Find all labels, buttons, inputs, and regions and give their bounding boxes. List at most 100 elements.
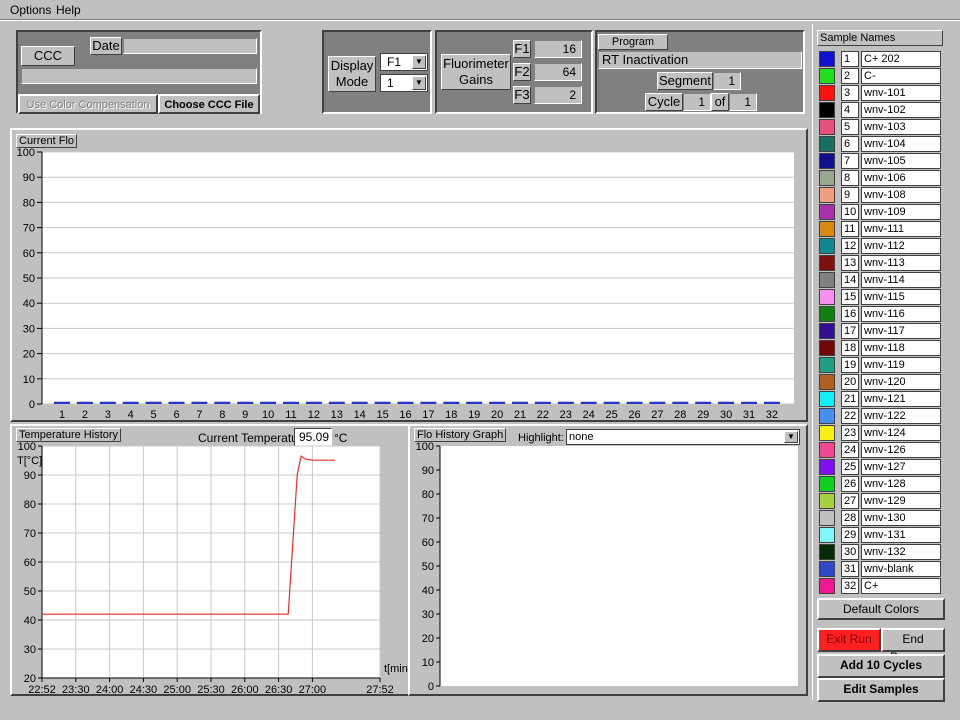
y-tick-label: 30 <box>24 644 36 656</box>
sample-color-swatch[interactable] <box>819 425 835 441</box>
sample-name-field[interactable]: wnv-131 <box>861 527 941 543</box>
chevron-down-icon[interactable]: ▼ <box>412 55 426 69</box>
sample-color-swatch[interactable] <box>819 102 835 118</box>
sample-name-field[interactable]: C+ <box>861 578 941 594</box>
sample-row: 1 C+ 202 <box>819 51 943 67</box>
sample-name-field[interactable]: wnv-121 <box>861 391 941 407</box>
sample-name-field[interactable]: wnv-114 <box>861 272 941 288</box>
sample-name-field[interactable]: wnv-108 <box>861 187 941 203</box>
sample-row: 27 wnv-129 <box>819 493 943 509</box>
sample-color-swatch[interactable] <box>819 510 835 526</box>
sample-name-field[interactable]: wnv-112 <box>861 238 941 254</box>
y-tick-label: 70 <box>23 223 35 235</box>
edit-samples-button[interactable]: Edit Samples <box>817 678 945 702</box>
sample-number: 6 <box>841 136 859 152</box>
sample-name-field[interactable]: wnv-130 <box>861 510 941 526</box>
sample-color-swatch[interactable] <box>819 136 835 152</box>
sample-name-field[interactable]: wnv-132 <box>861 544 941 560</box>
exit-run-button[interactable]: Exit Run <box>817 628 881 652</box>
sample-name-field[interactable]: wnv-106 <box>861 170 941 186</box>
x-tick-label: 1 <box>59 409 65 420</box>
sample-color-swatch[interactable] <box>819 255 835 271</box>
sample-color-swatch[interactable] <box>819 561 835 577</box>
sample-name-field[interactable]: wnv-119 <box>861 357 941 373</box>
sample-name-field[interactable]: wnv-129 <box>861 493 941 509</box>
sample-name-field[interactable]: wnv-101 <box>861 85 941 101</box>
sample-color-swatch[interactable] <box>819 357 835 373</box>
sample-name-field[interactable]: wnv-117 <box>861 323 941 339</box>
sample-name-field[interactable]: wnv-116 <box>861 306 941 322</box>
sample-color-swatch[interactable] <box>819 85 835 101</box>
sample-color-swatch[interactable] <box>819 408 835 424</box>
sample-name-field[interactable]: wnv-blank <box>861 561 941 577</box>
sample-color-swatch[interactable] <box>819 306 835 322</box>
display-mode-label: Display Mode <box>328 56 376 92</box>
sample-number: 29 <box>841 527 859 543</box>
sample-name-field[interactable]: wnv-120 <box>861 374 941 390</box>
x-tick-label: 15 <box>376 409 388 420</box>
sample-name-field[interactable]: wnv-118 <box>861 340 941 356</box>
sample-name-field[interactable]: C- <box>861 68 941 84</box>
sample-name-field[interactable]: wnv-115 <box>861 289 941 305</box>
default-colors-button[interactable]: Default Colors <box>817 598 945 620</box>
y-tick-label: 60 <box>422 537 434 549</box>
flo-bar <box>145 401 162 404</box>
y-tick-label: 40 <box>23 298 35 310</box>
sample-color-swatch[interactable] <box>819 391 835 407</box>
end-program-button[interactable]: End Program <box>881 628 945 664</box>
sample-color-swatch[interactable] <box>819 544 835 560</box>
sample-name-field[interactable]: wnv-127 <box>861 459 941 475</box>
sample-row: 25 wnv-127 <box>819 459 943 475</box>
chevron-down-icon[interactable]: ▼ <box>412 76 426 90</box>
flo-bar <box>672 401 689 404</box>
sample-color-swatch[interactable] <box>819 153 835 169</box>
sample-color-swatch[interactable] <box>819 187 835 203</box>
sample-color-swatch[interactable] <box>819 204 835 220</box>
sample-name-field[interactable]: wnv-109 <box>861 204 941 220</box>
flo-bar <box>237 401 254 404</box>
sample-color-swatch[interactable] <box>819 493 835 509</box>
use-color-compensation-button[interactable]: Use Color Compensation <box>18 94 158 114</box>
sample-color-swatch[interactable] <box>819 340 835 356</box>
sample-color-swatch[interactable] <box>819 289 835 305</box>
sample-color-swatch[interactable] <box>819 272 835 288</box>
sample-name-field[interactable]: wnv-113 <box>861 255 941 271</box>
flo-bar <box>718 401 735 404</box>
sample-name-field[interactable]: wnv-105 <box>861 153 941 169</box>
sample-color-swatch[interactable] <box>819 323 835 339</box>
sample-color-swatch[interactable] <box>819 442 835 458</box>
sample-name-field[interactable]: wnv-126 <box>861 442 941 458</box>
choose-ccc-file-button[interactable]: Choose CCC File <box>158 94 260 114</box>
flo-bar <box>374 401 391 404</box>
flo-history-plot-area <box>440 446 798 686</box>
sample-name-field[interactable]: wnv-103 <box>861 119 941 135</box>
menu-options[interactable]: Options <box>10 3 51 17</box>
sample-color-swatch[interactable] <box>819 119 835 135</box>
sample-name-field[interactable]: wnv-111 <box>861 221 941 237</box>
display-channel-select[interactable]: F1 ▼ <box>380 53 428 71</box>
sample-color-swatch[interactable] <box>819 170 835 186</box>
display-mode-select[interactable]: 1 ▼ <box>380 74 428 92</box>
sample-color-swatch[interactable] <box>819 374 835 390</box>
sample-name-field[interactable]: wnv-124 <box>861 425 941 441</box>
sample-color-swatch[interactable] <box>819 578 835 594</box>
sample-color-swatch[interactable] <box>819 238 835 254</box>
flo-bar <box>305 401 322 404</box>
sample-color-swatch[interactable] <box>819 459 835 475</box>
x-tick-label: 27 <box>651 409 663 420</box>
sample-row: 10 wnv-109 <box>819 204 943 220</box>
sample-color-swatch[interactable] <box>819 68 835 84</box>
x-tick-label: 6 <box>173 409 179 420</box>
sample-color-swatch[interactable] <box>819 221 835 237</box>
menu-help[interactable]: Help <box>56 3 81 17</box>
sample-name-field[interactable]: wnv-122 <box>861 408 941 424</box>
sample-name-field[interactable]: wnv-102 <box>861 102 941 118</box>
x-tick-label: 3 <box>105 409 111 420</box>
sample-color-swatch[interactable] <box>819 527 835 543</box>
sample-name-field[interactable]: wnv-104 <box>861 136 941 152</box>
add-10-cycles-button[interactable]: Add 10 Cycles <box>817 654 945 678</box>
sample-name-field[interactable]: C+ 202 <box>861 51 941 67</box>
sample-color-swatch[interactable] <box>819 476 835 492</box>
sample-name-field[interactable]: wnv-128 <box>861 476 941 492</box>
sample-color-swatch[interactable] <box>819 51 835 67</box>
